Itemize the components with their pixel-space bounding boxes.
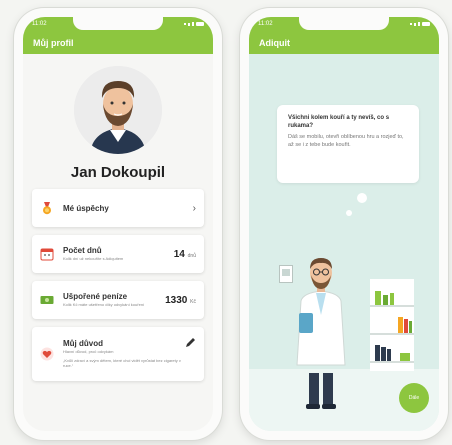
saved-money-value: 1330 Kč — [165, 295, 196, 306]
thought-bubble: Všichni kolem kouří a ty nevíš, co s ruk… — [277, 105, 419, 183]
days-count-unit: dnů — [187, 252, 196, 259]
signal-icon — [418, 22, 420, 26]
app-bar: Adiquit — [249, 31, 439, 54]
achievements-title: Mé úspěchy — [63, 203, 109, 213]
pencil-icon[interactable] — [185, 337, 196, 348]
battery-icon — [422, 22, 430, 26]
app-bar: Můj profil — [23, 31, 213, 54]
achievements-card[interactable]: Mé úspěchy › — [32, 189, 204, 227]
left-phone: 11:02 Můj profil Jan Dokoupil Mé úspěchy… — [14, 8, 222, 440]
bubble-question: Všichni kolem kouří a ty nevíš, co s ruk… — [288, 115, 390, 130]
left-eye — [110, 101, 114, 105]
money-icon — [40, 296, 54, 304]
thought-dot — [357, 193, 367, 203]
my-reason-text: Můj důvod Hlavní důvod, proč odvykám „Kv… — [63, 339, 185, 368]
next-button[interactable]: Dále — [399, 383, 429, 413]
tip-screen: 11:02 Adiquit Všichni kolem kouří a ty n… — [249, 17, 439, 431]
status-icons — [184, 22, 204, 26]
status-icons — [410, 22, 430, 26]
right-phone: 11:02 Adiquit Všichni kolem kouří a ty n… — [240, 8, 448, 440]
app-bar-title: Adiquit — [259, 37, 290, 48]
profile-screen: 11:02 Můj profil Jan Dokoupil Mé úspěchy… — [23, 17, 213, 431]
bubble-answer: Dáš se mobilu, otevři oblíbenou hru a ro… — [288, 134, 404, 148]
doctor-illustration — [296, 258, 346, 409]
status-time: 11:02 — [32, 21, 47, 27]
my-reason-description: „Kvůli zdraví a svým dětem, které chci v… — [63, 358, 181, 368]
saved-money-title: Ušpořené peníze — [63, 292, 128, 302]
days-count-text: Počet dnů Kolik dní už nekouříte s Adiqu… — [63, 246, 174, 262]
right-eye — [122, 101, 126, 105]
days-count-subtitle: Kolik dní už nekouříte s Adiquitem — [63, 256, 124, 262]
days-count-value: 14 dnů — [174, 249, 196, 260]
heart-icon — [40, 347, 54, 361]
bookshelf-icon — [370, 279, 414, 371]
avatar — [74, 66, 162, 154]
days-count-card: Počet dnů Kolik dní už nekouříte s Adiqu… — [32, 235, 204, 273]
calendar-icon — [40, 248, 54, 261]
my-reason-card: Můj důvod Hlavní důvod, proč odvykám „Kv… — [32, 327, 204, 381]
saved-money-text: Ušpořené peníze Kolik Kč máte ušetřeno d… — [63, 292, 165, 308]
my-reason-title: Můj důvod — [63, 339, 103, 349]
medal-icon — [43, 202, 51, 215]
my-reason-subtitle: Hlavní důvod, proč odvykám — [63, 349, 114, 355]
man-portrait-icon — [74, 66, 162, 154]
days-count-title: Počet dnů — [63, 246, 102, 256]
saved-money-number: 1330 — [165, 294, 188, 306]
thought-dot — [346, 210, 352, 216]
saved-money-subtitle: Kolik Kč máte ušetřeno díky odvykání kou… — [63, 302, 145, 308]
profile-name: Jan Dokoupil — [70, 164, 166, 181]
status-time: 11:02 — [258, 21, 273, 27]
chevron-right-icon[interactable]: › — [193, 203, 196, 214]
saved-money-unit: Kč — [190, 298, 196, 305]
saved-money-card: Ušpořené peníze Kolik Kč máte ušetřeno d… — [32, 281, 204, 319]
signal-icon — [188, 22, 190, 26]
signal-icon — [184, 23, 186, 25]
app-bar-title: Můj profil — [33, 37, 74, 48]
signal-icon — [414, 22, 416, 26]
notch — [73, 17, 163, 30]
notch — [299, 17, 389, 30]
signal-icon — [192, 22, 194, 26]
achievements-text: Mé úspěchy — [63, 204, 193, 213]
days-count-number: 14 — [173, 248, 185, 260]
signal-icon — [410, 23, 412, 25]
battery-icon — [196, 22, 204, 26]
